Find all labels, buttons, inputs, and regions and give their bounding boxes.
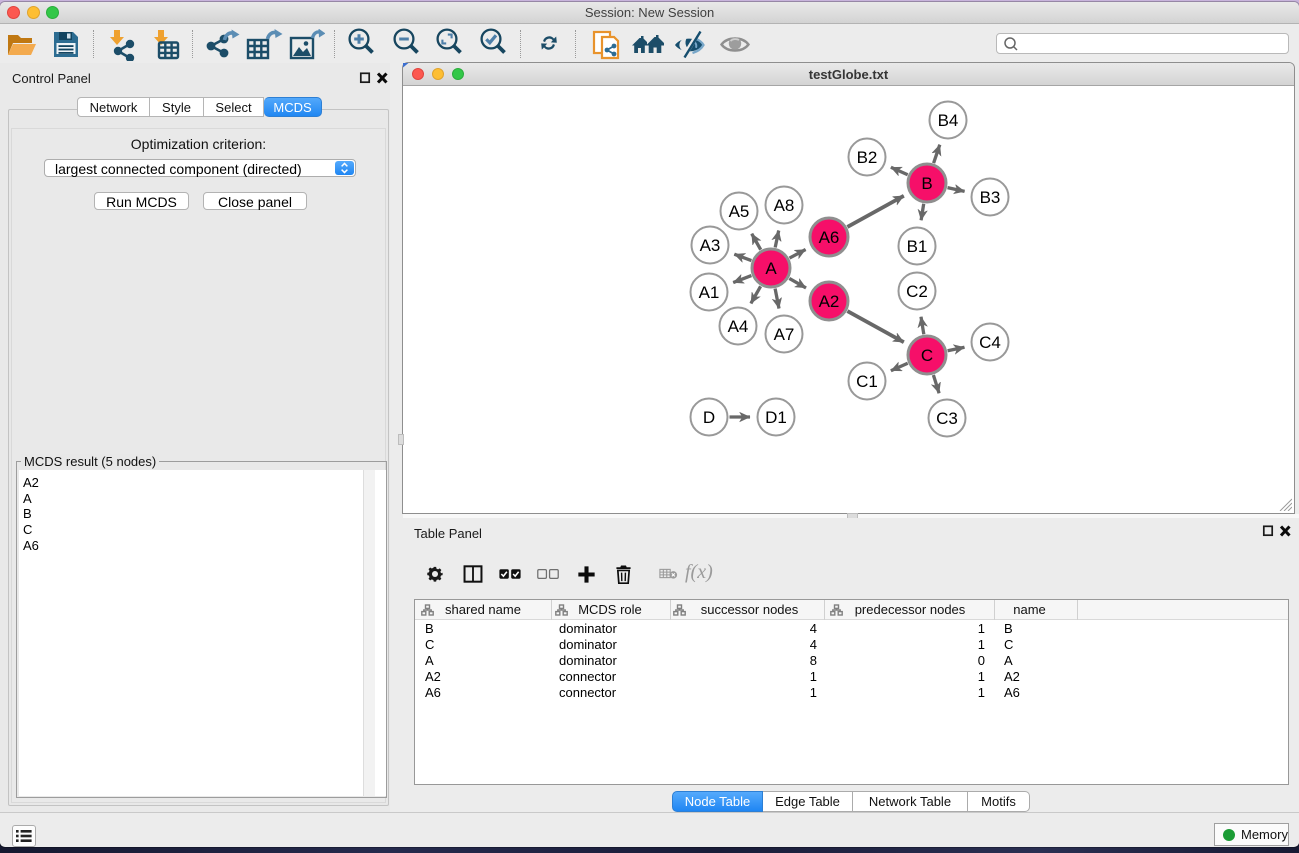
svg-text:A4: A4 [728, 317, 749, 336]
svg-text:C: C [921, 346, 933, 365]
svg-text:C3: C3 [936, 409, 958, 428]
svg-text:A6: A6 [819, 228, 840, 247]
svg-text:A5: A5 [729, 202, 750, 221]
svg-text:A2: A2 [819, 292, 840, 311]
svg-text:A: A [765, 259, 777, 278]
svg-text:B3: B3 [980, 188, 1001, 207]
svg-text:A7: A7 [774, 325, 795, 344]
svg-text:A1: A1 [699, 283, 720, 302]
svg-text:B4: B4 [938, 111, 959, 130]
svg-text:C2: C2 [906, 282, 928, 301]
svg-text:A3: A3 [700, 236, 721, 255]
svg-text:D: D [703, 408, 715, 427]
svg-text:B2: B2 [857, 148, 878, 167]
svg-text:B1: B1 [907, 237, 928, 256]
svg-text:B: B [921, 174, 932, 193]
svg-text:C1: C1 [856, 372, 878, 391]
svg-text:A8: A8 [774, 196, 795, 215]
svg-text:C4: C4 [979, 333, 1001, 352]
svg-text:D1: D1 [765, 408, 787, 427]
